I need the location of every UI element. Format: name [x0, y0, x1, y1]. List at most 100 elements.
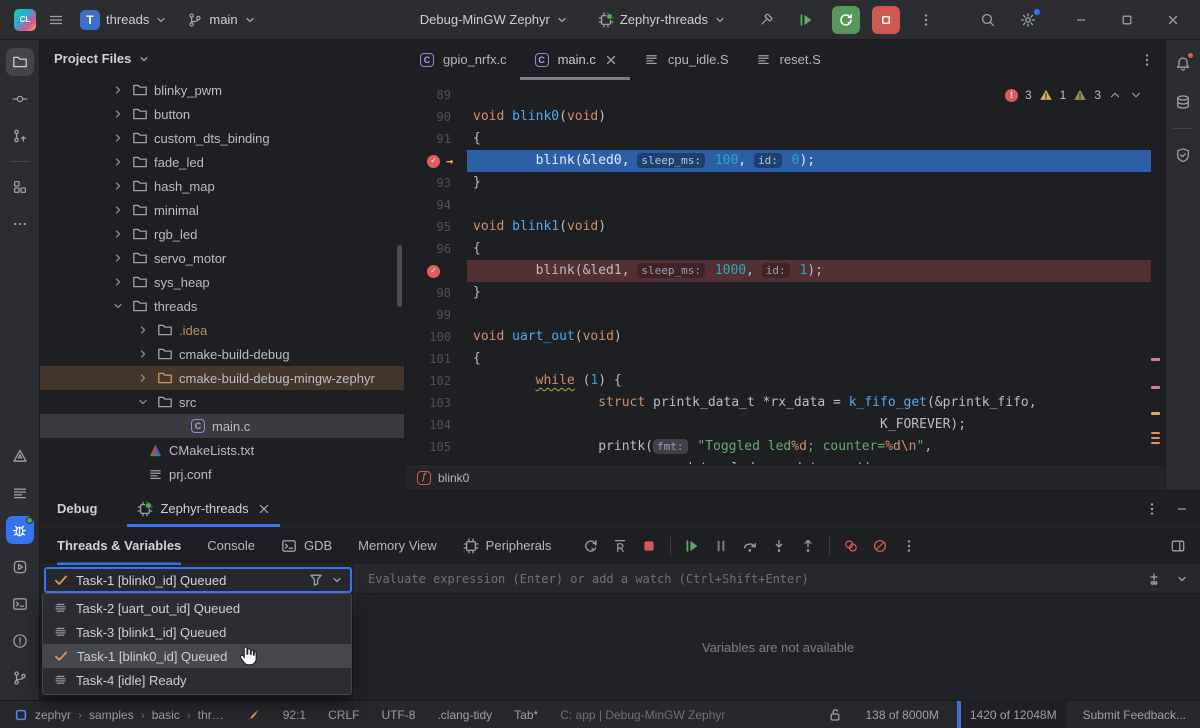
resume-icon[interactable]	[684, 538, 700, 554]
tree-item-fade-led[interactable]: fade_led	[40, 150, 404, 174]
tree-item-minimal[interactable]: minimal	[40, 198, 404, 222]
tree-item-custom-dts-binding[interactable]: custom_dts_binding	[40, 126, 404, 150]
gutter[interactable]: 94	[405, 194, 467, 216]
mute-breakpoints-icon[interactable]	[872, 538, 888, 554]
chevron-down-icon[interactable]	[1176, 573, 1188, 585]
stop-icon[interactable]	[641, 538, 657, 554]
tab-gpio-nrfx-c[interactable]: Cgpio_nrfx.c	[405, 40, 520, 80]
code-text[interactable]: }	[467, 172, 1151, 194]
gutter[interactable]: 91	[405, 128, 467, 150]
sidebar-pull-requests-icon[interactable]	[6, 122, 34, 150]
gutter[interactable]: 102	[405, 370, 467, 392]
indent-style[interactable]: Tab*	[514, 708, 538, 722]
tree-item-src[interactable]: src	[40, 390, 404, 414]
prev-problem-icon[interactable]	[1108, 88, 1122, 102]
chevron-right-icon[interactable]	[110, 228, 126, 240]
chevron-right-icon[interactable]	[135, 324, 151, 336]
tree-item-button[interactable]: button	[40, 102, 404, 126]
inspections-widget[interactable]: ! 3 1 3	[1005, 88, 1143, 102]
add-watch-icon[interactable]	[1146, 571, 1162, 587]
search-icon[interactable]	[974, 6, 1002, 34]
gutter[interactable]: 99	[405, 304, 467, 326]
reset-icon[interactable]	[612, 538, 628, 554]
breadcrumb-thr[interactable]: thr…	[198, 708, 224, 722]
debug-tab-memory-view[interactable]: Memory View	[358, 527, 437, 565]
chevron-right-icon[interactable]	[110, 252, 126, 264]
clang-tidy-widget[interactable]: .clang-tidy	[437, 708, 492, 722]
breadcrumb-samples[interactable]: samples	[89, 708, 134, 722]
debug-tab-gdb[interactable]: GDB	[281, 527, 332, 565]
tree-item-main-c[interactable]: Cmain.c	[40, 414, 404, 438]
evaluate-expression-input[interactable]: Evaluate expression (Enter) or add a wat…	[356, 565, 1200, 594]
breadcrumb[interactable]: f blink0	[405, 464, 1165, 490]
stop-button[interactable]	[872, 6, 900, 34]
thread-item-task-3-blink1-id-queued[interactable]: Task-3 [blink1_id] Queued	[43, 620, 351, 644]
sidebar-inspections-icon[interactable]	[6, 442, 34, 470]
build-button[interactable]	[752, 6, 780, 34]
submit-feedback-link[interactable]: Submit Feedback...	[1083, 708, 1186, 722]
breadcrumb-function[interactable]: blink0	[438, 471, 469, 485]
breadcrumb-basic[interactable]: basic	[152, 708, 180, 722]
code-text[interactable]: void uart_out(void)	[467, 326, 1151, 348]
gutter[interactable]: 106	[405, 458, 467, 464]
gutter[interactable]: 95	[405, 216, 467, 238]
sidebar-project-icon[interactable]	[6, 48, 34, 76]
tree-item-hash-map[interactable]: hash_map	[40, 174, 404, 198]
tab-list-icon[interactable]	[1139, 52, 1155, 68]
gutter[interactable]: 101	[405, 348, 467, 370]
step-over-icon[interactable]	[742, 538, 758, 554]
sidebar-version-control-icon[interactable]	[6, 664, 34, 692]
code-text[interactable]: blink(&led1, sleep_ms: 1000, id: 1);	[467, 260, 1151, 282]
tree-item-blinky-pwm[interactable]: blinky_pwm	[40, 78, 404, 102]
tree-item-cmake-build-debug[interactable]: cmake-build-debug	[40, 342, 404, 366]
thread-item-task-2-uart-out-id-queued[interactable]: Task-2 [uart_out_id] Queued	[43, 596, 351, 620]
code-text[interactable]: {	[467, 238, 1151, 260]
lock-icon[interactable]	[827, 707, 843, 723]
tree-item-threads[interactable]: threads	[40, 294, 404, 318]
code-text[interactable]: K_FOREVER);	[467, 414, 1151, 436]
sidebar-problems-icon[interactable]	[6, 627, 34, 655]
next-problem-icon[interactable]	[1129, 88, 1143, 102]
sidebar-commit-icon[interactable]	[6, 85, 34, 113]
sidebar-run-icon[interactable]	[6, 553, 34, 581]
sidebar-coverage-icon[interactable]	[1169, 141, 1197, 169]
code-text[interactable]: void blink1(void)	[467, 216, 1151, 238]
debug-tab-threads-variables[interactable]: Threads & Variables	[57, 527, 181, 565]
chevron-down-icon[interactable]	[135, 396, 151, 408]
gutter[interactable]: 100	[405, 326, 467, 348]
code-text[interactable]: {	[467, 128, 1151, 150]
sidebar-structure-icon[interactable]	[6, 173, 34, 201]
resume-program-button[interactable]	[792, 6, 820, 34]
gutter[interactable]: 103	[405, 392, 467, 414]
sidebar-terminal-icon[interactable]	[6, 590, 34, 618]
sidebar-more-tools-icon[interactable]	[6, 210, 34, 238]
run-config-selector[interactable]: Debug-MinGW Zephyr	[416, 6, 572, 34]
gutter[interactable]: 98	[405, 282, 467, 304]
debug-tab-peripherals[interactable]: Peripherals	[463, 527, 552, 565]
code-text[interactable]: }	[467, 282, 1151, 304]
tree-item-servo-motor[interactable]: servo_motor	[40, 246, 404, 270]
gutter[interactable]: 90	[405, 106, 467, 128]
chevron-right-icon[interactable]	[110, 132, 126, 144]
sidebar-database-icon[interactable]	[1169, 88, 1197, 116]
view-breakpoints-icon[interactable]	[843, 538, 859, 554]
thread-item-task-1-blink0-id-queued[interactable]: Task-1 [blink0_id] Queued	[43, 644, 351, 668]
statusbar-breadcrumb[interactable]: zephyr›samples›basic›thr…	[14, 708, 224, 722]
project-scrollbar[interactable]	[397, 245, 402, 307]
more-icon[interactable]	[901, 538, 917, 554]
hide-panel-icon[interactable]	[1176, 503, 1188, 515]
debug-session-tab[interactable]: Zephyr-threads	[127, 491, 279, 527]
sidebar-todo-icon[interactable]	[6, 479, 34, 507]
tab-main-c[interactable]: Cmain.c	[520, 40, 630, 80]
code-area[interactable]: 8990void blink0(void)91{✓→ blink(&led0, …	[405, 80, 1165, 464]
code-text[interactable]: struct printk_data_t *rx_data = k_fifo_g…	[467, 392, 1151, 414]
debug-options-icon[interactable]	[1144, 501, 1160, 517]
gutter[interactable]: 93	[405, 172, 467, 194]
tab-cpu-idle-s[interactable]: cpu_idle.S	[630, 40, 742, 80]
tree-item-rgb-led[interactable]: rgb_led	[40, 222, 404, 246]
tree-item-sys-heap[interactable]: sys_heap	[40, 270, 404, 294]
pause-icon[interactable]	[713, 538, 729, 554]
step-into-icon[interactable]	[771, 538, 787, 554]
close-icon[interactable]	[605, 54, 617, 66]
breakpoint-icon[interactable]: ✓	[427, 155, 440, 168]
